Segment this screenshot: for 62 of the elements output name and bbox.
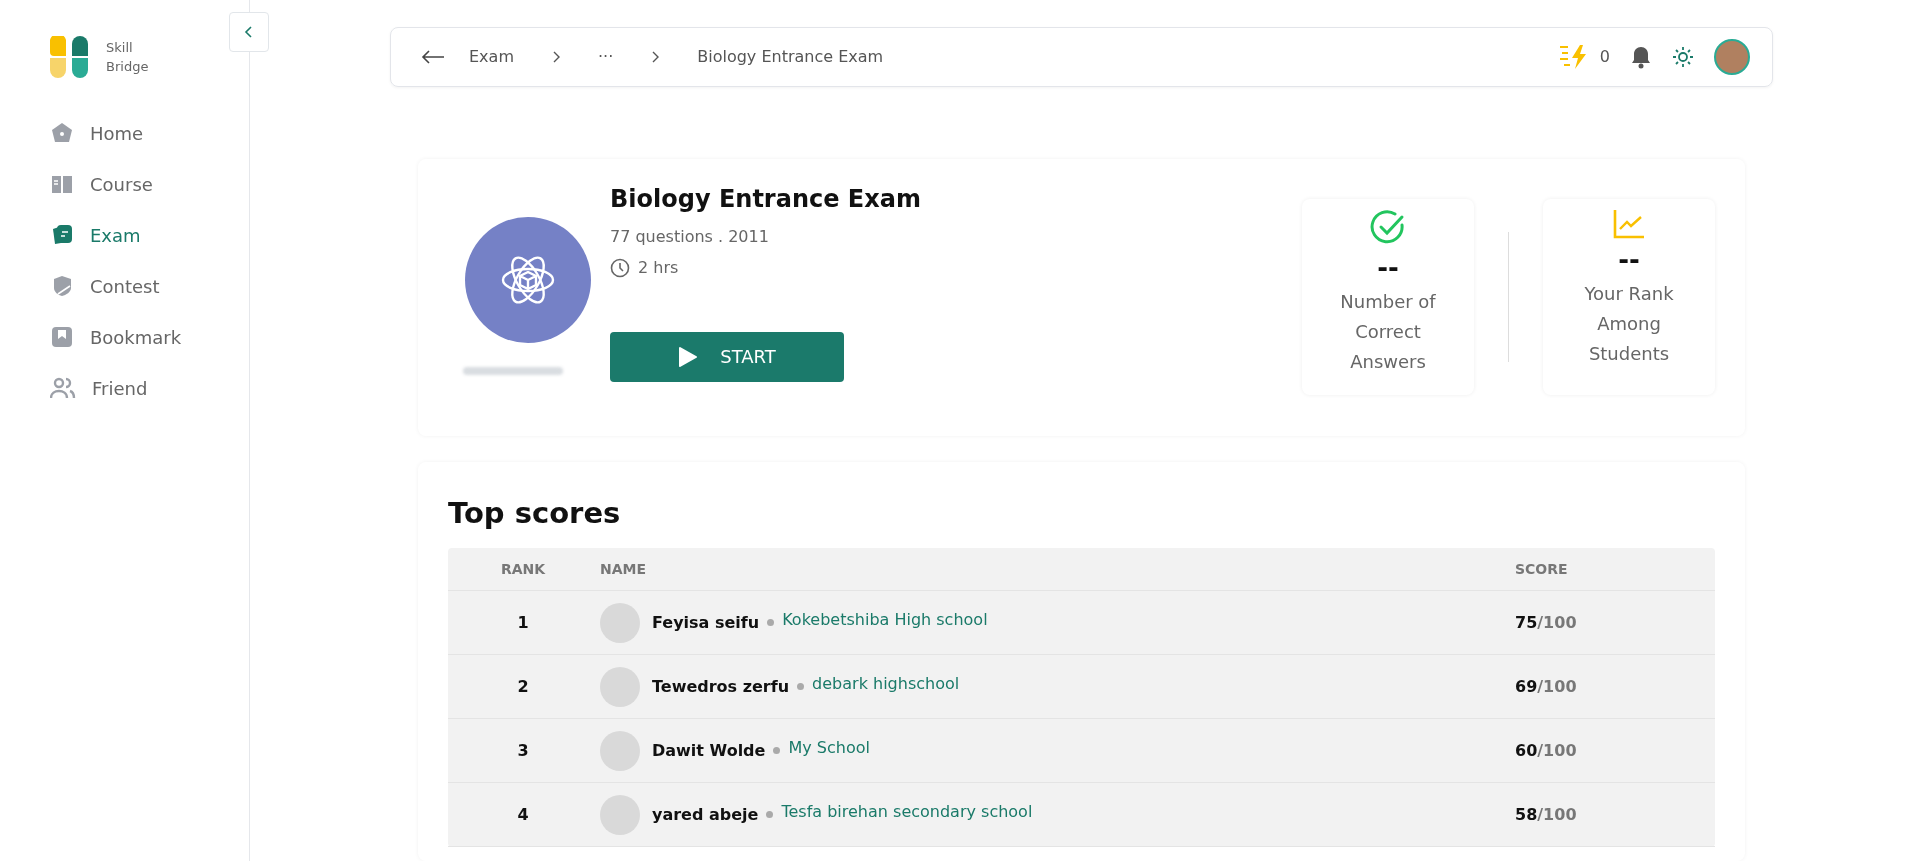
play-icon xyxy=(678,345,699,368)
line-chart-icon xyxy=(1613,208,1645,239)
column-header: SCORE xyxy=(1515,561,1569,578)
score-cell-text: 69/100 xyxy=(1515,677,1578,697)
home-icon xyxy=(50,121,74,145)
score-cell-text: 75/100 xyxy=(1515,613,1578,633)
breadcrumb-link[interactable]: Biology Entrance Exam xyxy=(697,47,884,67)
energy-count: 0 xyxy=(1599,47,1610,67)
score-cell-text: 58/100 xyxy=(1515,805,1578,825)
exam-duration: 2 hrs xyxy=(638,258,679,278)
separator-dot xyxy=(766,811,774,819)
avatar xyxy=(600,602,640,643)
sidebar-item[interactable]: Contest xyxy=(50,269,249,303)
chevron-left-icon xyxy=(244,26,254,38)
school-name: Tesfa birehan secondary school xyxy=(781,802,1033,822)
sidebar-item[interactable]: Home xyxy=(50,116,249,150)
chevron-right-icon xyxy=(551,50,560,63)
school-name: My School xyxy=(788,738,870,758)
rank-cell-text: 4 xyxy=(516,805,530,825)
section-title: Top scores xyxy=(448,496,622,531)
stat-label: Number of Correct Answers xyxy=(1339,289,1437,374)
breadcrumb-link[interactable]: Exam xyxy=(469,47,514,67)
back-arrow-icon[interactable] xyxy=(421,49,445,64)
start-button[interactable]: START xyxy=(610,331,844,382)
school-name: debark highschool xyxy=(812,674,960,694)
separator-dot xyxy=(797,683,805,691)
notification-icon[interactable] xyxy=(1630,44,1652,69)
column-header: NAME xyxy=(599,561,648,578)
cards-icon xyxy=(50,223,74,247)
student-name: Dawit Wolde xyxy=(652,741,766,761)
bookmark-icon xyxy=(50,325,74,349)
chevron-right-icon xyxy=(651,50,660,63)
student-name: Feyisa seifu xyxy=(652,613,760,633)
score-cell-text: 60/100 xyxy=(1515,741,1578,761)
student-name: yared abeje xyxy=(652,805,759,825)
student-name: Tewedros zerfu xyxy=(652,677,790,697)
clock-icon xyxy=(610,257,630,278)
sidebar-item[interactable]: Course xyxy=(50,167,249,201)
sidebar-item[interactable]: Bookmark xyxy=(50,320,249,354)
avatar xyxy=(600,730,640,771)
exam-meta: 77 questions . 2011 xyxy=(610,226,770,246)
column-header: RANK xyxy=(499,561,547,578)
rank-cell-text: 3 xyxy=(516,741,530,761)
avatar[interactable] xyxy=(1714,38,1750,75)
school-name: Kokebetshiba High school xyxy=(782,610,988,630)
breadcrumb-link[interactable]: ··· xyxy=(597,47,614,67)
separator-dot xyxy=(767,619,775,627)
people-icon xyxy=(50,376,76,400)
rank-cell-text: 1 xyxy=(516,613,530,633)
logo-text: Skill xyxy=(106,39,134,57)
sun-icon[interactable] xyxy=(1672,45,1694,68)
stat-label: Your Rank Among Students xyxy=(1583,281,1675,366)
sidebar-item[interactable]: Friend xyxy=(50,371,249,405)
avatar xyxy=(600,666,640,707)
stat-value: -- xyxy=(1377,252,1399,283)
rank-cell-text: 2 xyxy=(516,677,530,697)
stat-value: -- xyxy=(1618,244,1640,275)
logo-text: Bridge xyxy=(106,58,149,76)
avatar xyxy=(600,794,640,835)
sidebar-item[interactable]: Exam xyxy=(50,218,249,252)
separator-dot xyxy=(773,747,781,755)
exam-title: Biology Entrance Exam xyxy=(610,184,922,213)
